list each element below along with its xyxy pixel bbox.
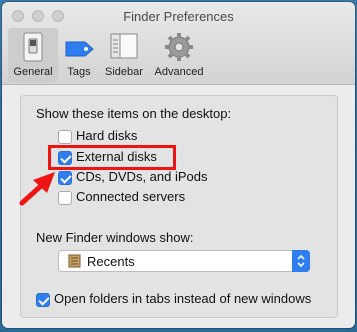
tag-icon bbox=[65, 41, 94, 57]
connected-servers-checkbox[interactable] bbox=[58, 191, 72, 205]
tab-label: Advanced bbox=[154, 66, 204, 78]
cds-dvds-ipods-checkbox[interactable] bbox=[58, 171, 72, 185]
connected-servers-label[interactable]: Connected servers bbox=[76, 189, 185, 204]
finder-preferences-window: Finder Preferences General Tags Sidebar … bbox=[2, 2, 355, 328]
tab-tags[interactable]: Tags bbox=[62, 28, 96, 82]
open-in-tabs-label[interactable]: Open folders in tabs instead of new wind… bbox=[54, 291, 311, 306]
sidebar-icon bbox=[110, 33, 138, 59]
hard-disks-label[interactable]: Hard disks bbox=[76, 128, 137, 143]
annotation-highlight-box bbox=[48, 145, 176, 170]
tab-advanced[interactable]: Advanced bbox=[150, 28, 208, 82]
select-stepper[interactable] bbox=[292, 250, 310, 272]
tab-label: Tags bbox=[67, 66, 91, 78]
tab-general[interactable]: General bbox=[8, 28, 58, 82]
cds-dvds-ipods-label[interactable]: CDs, DVDs, and iPods bbox=[76, 169, 208, 184]
new-window-heading: New Finder windows show: bbox=[36, 230, 194, 245]
tab-label: Sidebar bbox=[105, 66, 143, 78]
general-panel bbox=[20, 95, 338, 318]
title-bar: Finder Preferences General Tags Sidebar … bbox=[2, 2, 355, 85]
chevron-up-down-icon bbox=[297, 254, 305, 268]
recents-icon bbox=[68, 254, 81, 268]
window-title: Finder Preferences bbox=[123, 9, 234, 24]
new-window-select-value: Recents bbox=[87, 254, 135, 269]
new-window-select[interactable]: Recents bbox=[58, 250, 310, 272]
tab-sidebar[interactable]: Sidebar bbox=[100, 28, 148, 82]
tab-label: General bbox=[13, 66, 53, 78]
gear-icon bbox=[165, 33, 193, 61]
desktop-heading: Show these items on the desktop: bbox=[36, 106, 232, 121]
general-switch-icon bbox=[23, 32, 43, 62]
hard-disks-checkbox[interactable] bbox=[58, 130, 72, 144]
open-in-tabs-checkbox[interactable] bbox=[36, 293, 50, 307]
